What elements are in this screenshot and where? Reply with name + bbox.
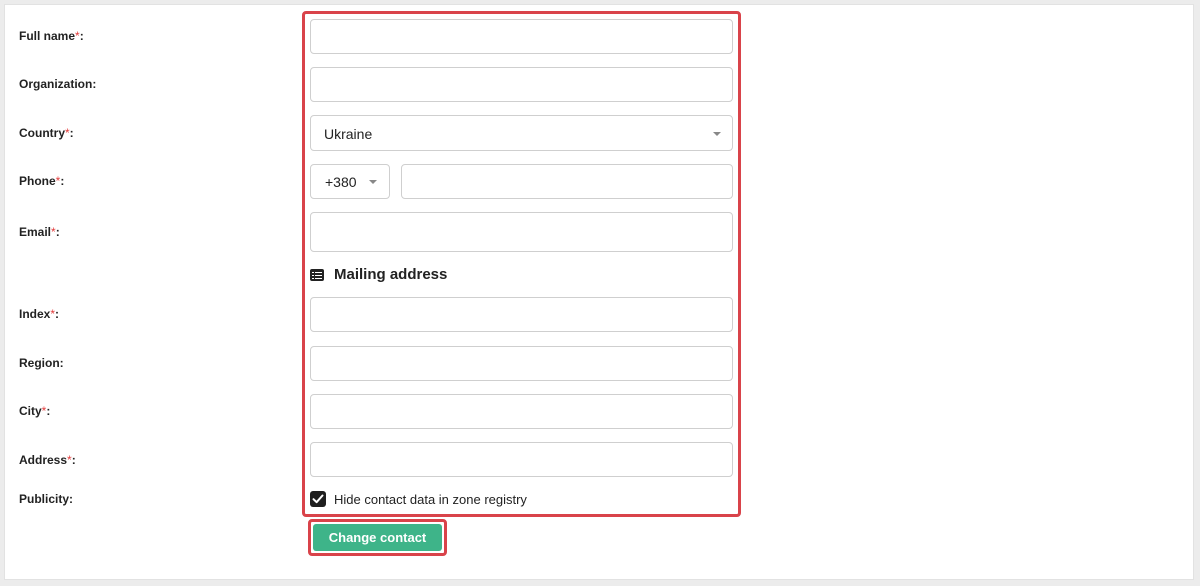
- form-highlight-box: [302, 11, 741, 517]
- country-label: Country*:: [19, 126, 74, 140]
- change-contact-button[interactable]: Change contact: [313, 524, 442, 551]
- index-label: Index*:: [19, 307, 60, 321]
- address-label: Address*:: [19, 453, 76, 467]
- city-label: City*:: [19, 404, 51, 418]
- email-label: Email*:: [19, 225, 60, 239]
- publicity-label: Publicity:: [19, 492, 74, 506]
- region-label: Region:: [19, 356, 64, 370]
- phone-label: Phone*:: [19, 174, 65, 188]
- full-name-label: Full name*:: [19, 29, 84, 43]
- organization-label: Organization:: [19, 77, 97, 91]
